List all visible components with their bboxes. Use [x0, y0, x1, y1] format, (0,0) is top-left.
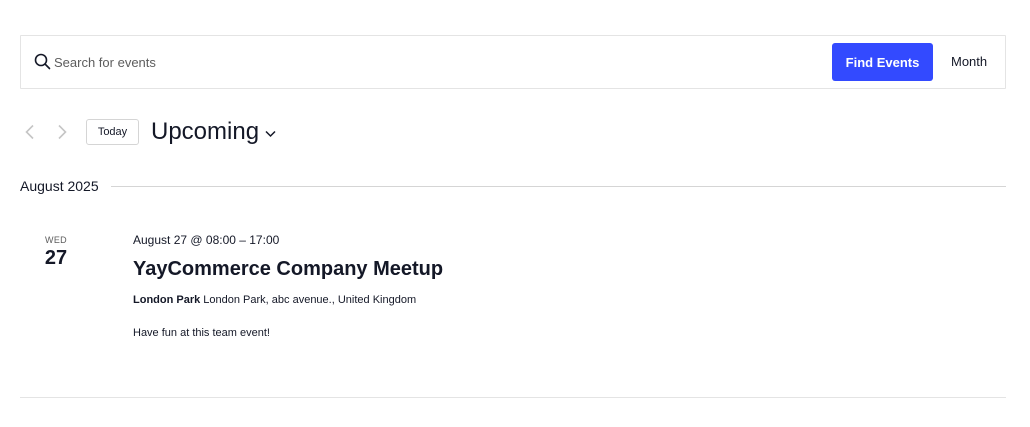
- chevron-right-icon[interactable]: [55, 124, 69, 140]
- event-description: Have fun at this team event!: [133, 327, 270, 339]
- event-date-tag: WED 27: [20, 235, 92, 270]
- search-icon: [34, 53, 51, 70]
- venue-name: London Park: [133, 294, 201, 306]
- chevron-down-icon: [265, 130, 276, 138]
- today-button[interactable]: Today: [86, 119, 139, 145]
- event-day: 27: [44, 247, 68, 269]
- view-title: Upcoming: [151, 118, 260, 145]
- venue-address: London Park, abc avenue., United Kingdom: [203, 294, 417, 306]
- month-separator-line: [111, 186, 1006, 187]
- view-selector[interactable]: Upcoming: [151, 117, 276, 147]
- search-input[interactable]: [54, 48, 814, 76]
- event-venue: London Park London Park, abc avenue., Un…: [133, 294, 416, 306]
- find-events-button[interactable]: Find Events: [832, 43, 933, 81]
- events-search-bar: Find Events Month: [20, 35, 1006, 89]
- event-title-link[interactable]: YayCommerce Company Meetup: [133, 258, 443, 281]
- events-page: Find Events Month Today Upcoming August …: [0, 0, 1030, 427]
- list-bottom-divider: [20, 397, 1006, 398]
- chevron-left-icon[interactable]: [23, 124, 37, 140]
- month-separator-heading: August 2025: [20, 178, 99, 194]
- month-view-link[interactable]: Month: [951, 54, 987, 69]
- event-datetime: August 27 @ 08:00 – 17:00: [133, 233, 280, 247]
- event-weekday: WED: [45, 235, 67, 245]
